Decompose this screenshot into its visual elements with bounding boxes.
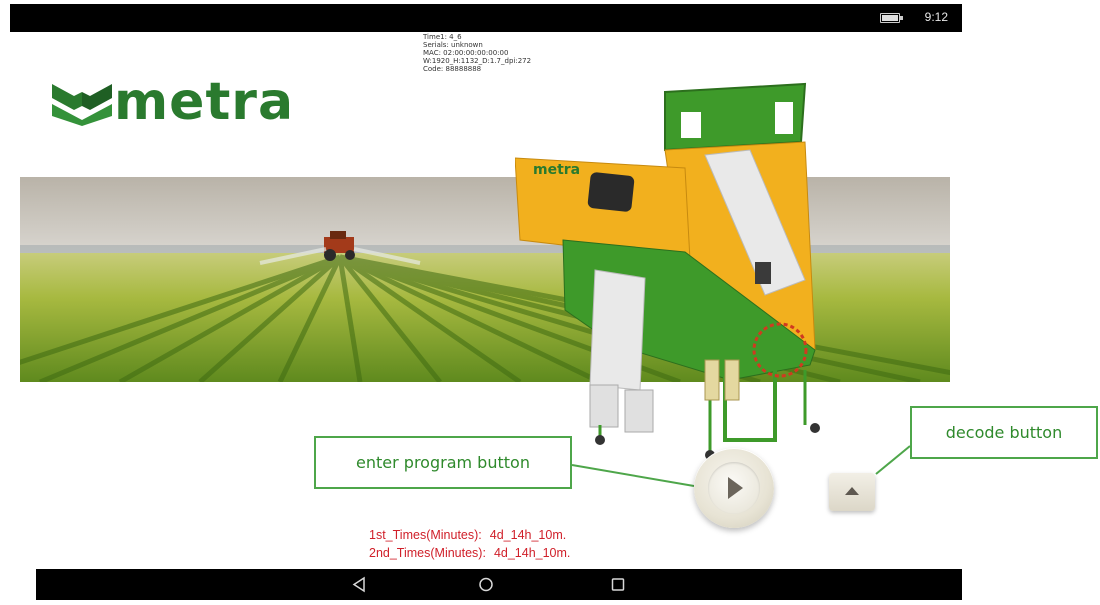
back-triangle-icon: [352, 576, 365, 593]
status-bar: 9:12: [10, 4, 962, 32]
second-times-row: 2nd_Times(Minutes): 4d_14h_10m.: [369, 544, 570, 562]
home-circle-icon: [479, 577, 493, 592]
sorter-machine-illustration: metra: [514, 82, 820, 460]
back-button[interactable]: [340, 569, 380, 600]
run-times: 1st_Times(Minutes): 4d_14h_10m. 2nd_Times…: [369, 526, 570, 562]
triangle-up-icon: [845, 487, 859, 495]
device-time1: Time1: 4_6: [423, 33, 462, 41]
home-button[interactable]: [466, 569, 506, 600]
device-code: Code: 88888888: [423, 65, 482, 73]
recents-button[interactable]: [598, 569, 638, 600]
recents-square-icon: [611, 578, 625, 591]
metra-logo: metra: [52, 72, 322, 134]
device-display: W:1920_H:1132_D:1.7_dpi:272: [423, 57, 532, 65]
decode-callout: decode button: [910, 406, 1098, 459]
device-info: Time1: 4_6 Serials: unknown MAC: 02:00:0…: [423, 33, 531, 73]
sorter-machine-image: metra: [514, 80, 845, 465]
second-times-label: 2nd_Times(Minutes):: [369, 546, 486, 560]
machine-brand-text: metra: [533, 162, 580, 178]
play-icon: [728, 477, 743, 499]
first-times-value: 4d_14h_10m.: [489, 528, 567, 542]
status-time: 9:12: [924, 10, 948, 24]
logo-emblem-icon: [52, 84, 112, 126]
logo-text: metra: [114, 72, 295, 132]
first-times-label: 1st_Times(Minutes):: [369, 528, 482, 542]
device-serials: Serials: unknown: [423, 41, 483, 49]
navigation-bar: [36, 569, 962, 600]
battery-icon: [880, 13, 903, 23]
enter-program-button[interactable]: [694, 448, 774, 528]
enter-program-callout: enter program button: [314, 436, 572, 489]
first-times-row: 1st_Times(Minutes): 4d_14h_10m.: [369, 526, 570, 544]
second-times-value: 4d_14h_10m.: [493, 546, 571, 560]
device-mac: MAC: 02:00:00:00:00:00: [423, 49, 509, 57]
decode-button[interactable]: [829, 473, 875, 511]
